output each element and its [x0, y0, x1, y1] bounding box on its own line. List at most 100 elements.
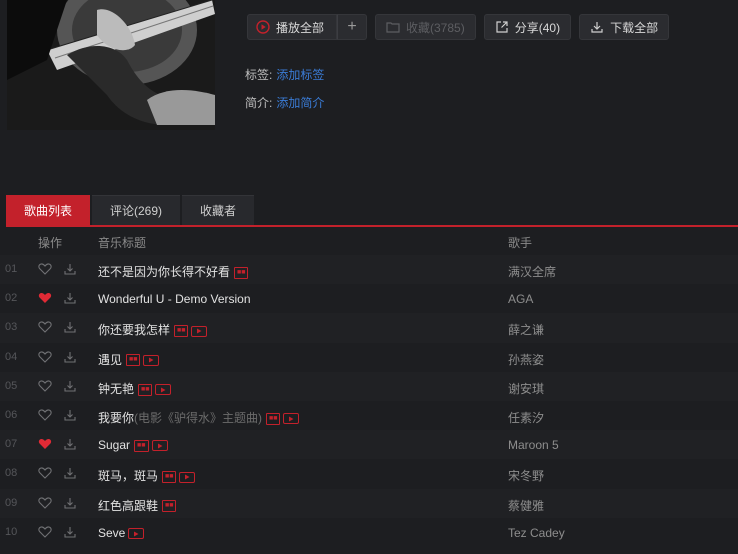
tab-song-list[interactable]: 歌曲列表 — [6, 195, 91, 225]
song-subtitle: (电影《驴得水》主题曲) — [134, 410, 263, 425]
sq-badge-icon: ■■ — [126, 354, 141, 367]
row-number: 03 — [5, 321, 18, 334]
heart-icon[interactable] — [38, 526, 52, 541]
song-title[interactable]: 斑马，斑马 ■■ — [98, 467, 196, 484]
song-title[interactable]: 红色高跟鞋 ■■ — [98, 497, 177, 514]
song-artist[interactable]: Maroon 5 — [508, 438, 559, 452]
song-title[interactable]: Sugar ■■ — [98, 438, 168, 452]
song-title[interactable]: 我要你(电影《驴得水》主题曲) ■■ — [98, 409, 300, 426]
table-row[interactable]: 01 还不是因为你长得不好看 ■■ 满汉全席 — [0, 255, 738, 285]
song-title[interactable]: 你还要我怎样 ■■ — [98, 321, 208, 338]
song-title-text: 还不是因为你长得不好看 — [98, 265, 231, 279]
song-title-text: Wonderful U - Demo Version — [98, 292, 251, 307]
mv-play-icon[interactable] — [155, 384, 172, 396]
mv-play-icon[interactable] — [128, 528, 145, 540]
table-row[interactable]: 07 Sugar ■■ Maroon 5 — [0, 430, 738, 460]
song-artist[interactable]: 谢安琪 — [508, 380, 544, 397]
song-title[interactable]: 遇见 ■■ — [98, 351, 160, 368]
download-icon[interactable] — [63, 437, 77, 454]
add-to-queue-button[interactable]: + — [337, 14, 368, 40]
song-title-text: 你还要我怎样 — [98, 323, 171, 338]
song-title-text: 遇见 — [98, 352, 123, 367]
table-row[interactable]: 08 斑马，斑马 ■■ 宋冬野 — [0, 459, 738, 488]
download-icon[interactable] — [63, 291, 77, 308]
song-title[interactable]: 钟无艳 ■■ — [98, 380, 172, 397]
download-icon[interactable] — [63, 408, 77, 425]
intro-row: 简介: 添加简介 — [245, 94, 324, 111]
header-title[interactable]: 音乐标题 — [98, 234, 146, 251]
download-all-label: 下载全部 — [610, 20, 659, 35]
collect-button[interactable]: 收藏(3785) — [375, 14, 476, 40]
tab-subscribers[interactable]: 收藏者 — [182, 195, 255, 225]
song-title-text: Seve — [98, 525, 126, 540]
row-number: 09 — [5, 496, 18, 509]
collect-label: 收藏(3785) — [406, 20, 465, 35]
sq-badge-icon: ■■ — [138, 383, 153, 396]
download-icon[interactable] — [63, 350, 77, 367]
song-title[interactable]: Wonderful U - Demo Version — [98, 292, 251, 306]
table-row[interactable]: 04 遇见 ■■ 孙燕姿 — [0, 343, 738, 372]
row-number: 04 — [5, 350, 18, 363]
download-icon[interactable] — [63, 262, 77, 279]
song-title[interactable]: Seve — [98, 525, 145, 540]
song-artist[interactable]: 满汉全席 — [508, 263, 556, 280]
download-icon[interactable] — [63, 379, 77, 396]
heart-icon[interactable] — [38, 380, 52, 395]
sq-badge-icon: ■■ — [234, 266, 249, 279]
mv-play-icon[interactable] — [191, 325, 208, 337]
heart-icon[interactable] — [38, 321, 52, 336]
download-icon[interactable] — [63, 320, 77, 337]
song-title[interactable]: 还不是因为你长得不好看 ■■ — [98, 263, 249, 280]
add-intro-link[interactable]: 添加简介 — [276, 96, 324, 110]
heart-icon[interactable] — [38, 467, 52, 482]
song-artist[interactable]: 任素汐 — [508, 409, 544, 426]
add-tags-link[interactable]: 添加标签 — [276, 68, 324, 82]
mv-play-icon[interactable] — [179, 471, 196, 483]
download-icon[interactable] — [63, 466, 77, 483]
table-row[interactable]: 03 你还要我怎样 ■■ 薛之谦 — [0, 313, 738, 343]
sq-badge-icon: ■■ — [162, 471, 177, 484]
row-number: 05 — [5, 379, 18, 392]
heart-icon[interactable] — [38, 350, 52, 366]
play-all-button[interactable]: 播放全部 — [247, 14, 338, 40]
heart-icon[interactable] — [38, 409, 52, 424]
share-label: 分享(40) — [514, 20, 561, 35]
heart-icon[interactable] — [38, 263, 52, 278]
mv-play-icon[interactable] — [143, 354, 160, 366]
table-row[interactable]: 10 Seve Tez Cadey — [0, 518, 738, 547]
row-number: 08 — [5, 467, 18, 480]
heart-icon[interactable] — [38, 438, 52, 453]
mv-play-icon[interactable] — [151, 440, 168, 452]
download-icon[interactable] — [63, 525, 77, 542]
share-button[interactable]: 分享(40) — [483, 14, 572, 40]
song-artist[interactable]: 薛之谦 — [508, 321, 544, 338]
song-artist[interactable]: 宋冬野 — [508, 467, 544, 484]
song-artist[interactable]: 蔡健雅 — [508, 497, 544, 514]
heart-icon[interactable] — [38, 292, 52, 307]
song-artist[interactable]: 孙燕姿 — [508, 351, 544, 368]
playlist-cover-image — [7, 0, 215, 130]
table-row[interactable]: 09 红色高跟鞋 ■■ 蔡健雅 — [0, 488, 738, 518]
tags-label: 标签: — [245, 68, 273, 82]
intro-label: 简介: — [245, 96, 273, 110]
mv-play-icon[interactable] — [283, 413, 300, 425]
sq-badge-icon: ■■ — [134, 439, 149, 452]
table-row[interactable]: 06 我要你(电影《驴得水》主题曲) ■■ 任素汐 — [0, 401, 738, 430]
sq-badge-icon: ■■ — [174, 325, 189, 338]
heart-icon[interactable] — [38, 496, 52, 512]
playlist-tabs: 歌曲列表 评论(269) 收藏者 — [6, 195, 256, 225]
share-icon — [495, 20, 509, 34]
table-row[interactable]: 05 钟无艳 ■■ 谢安琪 — [0, 371, 738, 401]
header-artist[interactable]: 歌手 — [508, 234, 532, 251]
row-number: 01 — [5, 263, 18, 275]
table-row[interactable]: 02 Wonderful U - Demo Version AGA — [0, 284, 738, 313]
tab-comments[interactable]: 评论(269) — [92, 195, 181, 225]
sq-badge-icon: ■■ — [162, 500, 177, 513]
download-icon[interactable] — [63, 496, 77, 513]
download-all-button[interactable]: 下载全部 — [579, 14, 670, 40]
playlist-actions: 播放全部 + 收藏(3785) 分享(40) 下载全部 — [247, 14, 670, 40]
play-circle-icon — [256, 20, 270, 34]
song-title-text: 我要你 — [98, 410, 135, 425]
song-artist[interactable]: Tez Cadey — [508, 526, 565, 540]
song-artist[interactable]: AGA — [508, 292, 533, 306]
